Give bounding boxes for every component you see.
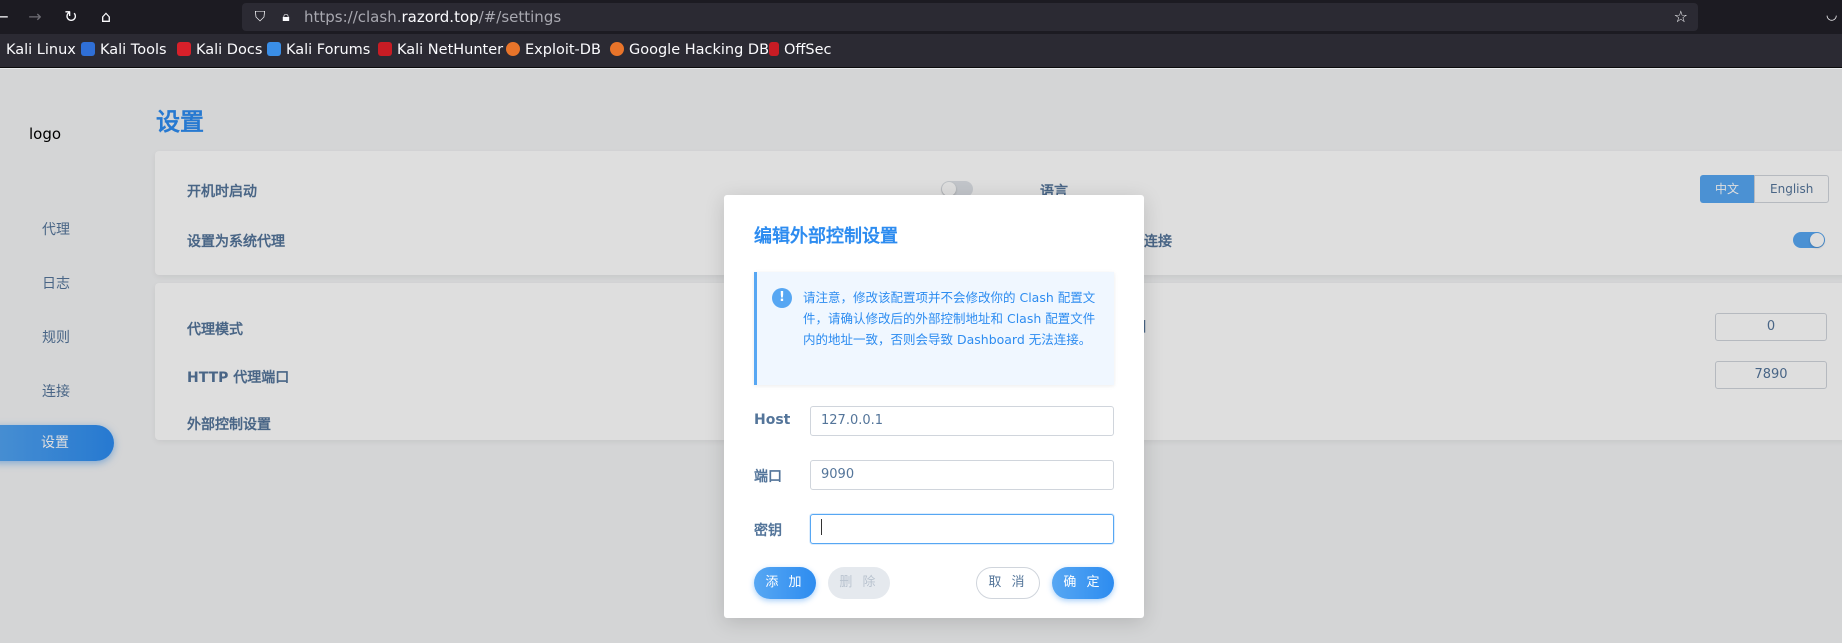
ghdb-icon <box>610 42 624 56</box>
offsec-icon <box>769 42 779 56</box>
bookmark-kali-docs[interactable]: Kali Docs <box>177 42 262 58</box>
bookmark-exploit-db[interactable]: Exploit-DB <box>506 42 601 58</box>
bookmark-star-icon[interactable]: ☆ <box>1674 7 1688 26</box>
kali-docs-icon <box>177 42 191 56</box>
shield-icon[interactable]: ⛉ <box>250 7 270 27</box>
bookmark-kali-forums[interactable]: Kali Forums <box>267 42 370 58</box>
bookmark-offsec[interactable]: OffSec <box>769 42 832 58</box>
info-icon: ! <box>772 288 792 308</box>
bookmark-kali-nethunter[interactable]: Kali NetHunter <box>378 42 503 58</box>
alert-text: 请注意，修改该配置项并不会修改你的 Clash 配置文件，请确认修改后的外部控制… <box>803 290 1096 347</box>
host-input[interactable]: 127.0.0.1 <box>810 406 1114 436</box>
home-icon[interactable]: ⌂ <box>96 7 116 27</box>
confirm-button[interactable]: 确 定 <box>1052 567 1114 599</box>
delete-button[interactable]: 删 除 <box>828 567 890 599</box>
url-text[interactable]: https://clash.razord.top/#/settings <box>304 8 561 26</box>
port-label: 端口 <box>754 469 782 485</box>
cancel-button[interactable]: 取 消 <box>976 567 1040 599</box>
lock-icon[interactable]: 🔒︎ <box>276 7 296 27</box>
alert-box: ! 请注意，修改该配置项并不会修改你的 Clash 配置文件，请确认修改后的外部… <box>754 272 1114 385</box>
kali-nethunter-icon <box>378 42 392 56</box>
kali-forums-icon <box>267 42 281 56</box>
browser-toolbar: ← → ↻ ⌂ ⛉ 🔒︎ https://clash.razord.top/#/… <box>0 0 1842 34</box>
bookmarks-bar: Kali Linux Kali Tools Kali Docs Kali For… <box>0 34 1842 68</box>
external-control-modal: 编辑外部控制设置 ! 请注意，修改该配置项并不会修改你的 Clash 配置文件，… <box>724 195 1144 618</box>
kali-tools-icon <box>81 42 95 56</box>
bookmark-kali-linux[interactable]: Kali Linux <box>6 42 76 58</box>
host-label: Host <box>754 412 791 428</box>
exploit-db-icon <box>506 42 520 56</box>
text-caret <box>821 519 822 535</box>
back-icon[interactable]: ← <box>0 7 12 27</box>
forward-icon[interactable]: → <box>25 7 45 27</box>
secret-input[interactable] <box>810 514 1114 544</box>
url-bar[interactable]: ⛉ 🔒︎ https://clash.razord.top/#/settings… <box>242 3 1698 31</box>
modal-title: 编辑外部控制设置 <box>754 226 898 247</box>
bookmark-google-hacking-db[interactable]: Google Hacking DB <box>610 42 769 58</box>
add-button[interactable]: 添 加 <box>754 567 816 599</box>
bookmark-kali-tools[interactable]: Kali Tools <box>81 42 167 58</box>
reload-icon[interactable]: ↻ <box>61 7 81 27</box>
pocket-icon[interactable]: ◡ <box>1826 8 1842 24</box>
port-input[interactable]: 9090 <box>810 460 1114 490</box>
secret-label: 密钥 <box>754 523 782 539</box>
